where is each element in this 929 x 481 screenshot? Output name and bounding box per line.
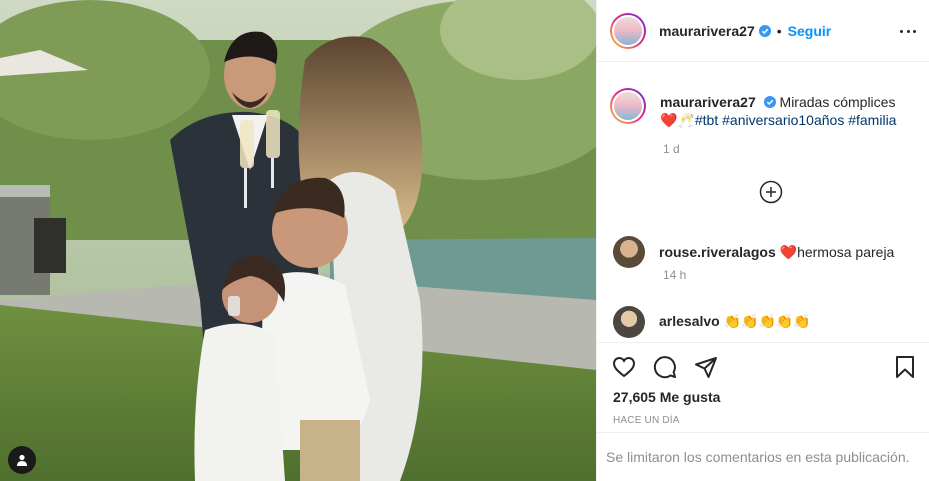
comment-text: 👏👏👏👏👏: [723, 313, 811, 329]
hashtag-familia[interactable]: #familia: [848, 112, 896, 128]
instagram-post-view: maurarivera27 • Seguir maurarivera27 Mir…: [0, 0, 929, 481]
caption-emoji: ❤️🥂: [660, 112, 695, 128]
comment-username[interactable]: rouse.riveralagos: [659, 244, 776, 260]
comment-emoji: ❤️: [779, 244, 798, 260]
comments-section: maurarivera27 Miradas cómplices ❤️🥂#tbt …: [597, 63, 929, 341]
photo-illustration: [0, 0, 596, 481]
header-separator: •: [776, 22, 782, 39]
hashtag-tbt[interactable]: #tbt: [695, 112, 718, 128]
comment-text: hermosa pareja: [797, 244, 895, 260]
verified-badge-icon: [758, 24, 771, 37]
bookmark-icon[interactable]: [893, 355, 917, 379]
post-side-panel: maurarivera27 • Seguir maurarivera27 Mir…: [596, 0, 929, 481]
more-dots-icon[interactable]: [900, 23, 916, 39]
comment-row: rouse.riveralagos ❤️hermosa pareja: [613, 236, 894, 268]
caption-avatar-image: [612, 90, 644, 122]
follow-button[interactable]: Seguir: [788, 23, 832, 39]
commenter-avatar[interactable]: [613, 236, 645, 268]
heart-icon[interactable]: [612, 355, 636, 379]
likes-count[interactable]: 27,605 Me gusta: [613, 389, 720, 405]
hashtag-aniversario[interactable]: #aniversario10años: [722, 112, 844, 128]
caption-text-block: maurarivera27 Miradas cómplices ❤️🥂#tbt …: [660, 93, 896, 129]
caption-text: Miradas cómplices: [779, 94, 896, 110]
user-tag-icon[interactable]: [8, 446, 36, 474]
comment-text-block: rouse.riveralagos ❤️hermosa pareja: [659, 243, 894, 268]
author-avatar-image: [612, 14, 644, 47]
author-username[interactable]: maurarivera27: [659, 23, 755, 39]
caption-avatar[interactable]: [610, 88, 646, 124]
caption-username[interactable]: maurarivera27: [660, 94, 756, 110]
comment-icon[interactable]: [653, 355, 677, 379]
caption-time[interactable]: 1 d: [663, 142, 680, 156]
comment-username[interactable]: arlesalvo: [659, 313, 720, 329]
plus-circle-icon[interactable]: [759, 180, 783, 204]
paper-plane-icon[interactable]: [694, 355, 718, 379]
posted-ago[interactable]: HACE UN DÍA: [613, 415, 680, 426]
caption-verified-badge-icon: [763, 96, 776, 108]
commenter-avatar[interactable]: [613, 306, 645, 338]
comments-limited-notice: Se limitaron los comentarios en esta pub…: [597, 432, 929, 481]
post-photo[interactable]: [0, 0, 596, 481]
comment-time[interactable]: 14 h: [663, 268, 686, 282]
author-avatar[interactable]: [610, 12, 646, 49]
post-header: maurarivera27 • Seguir: [597, 0, 929, 62]
comment-text-block: arlesalvo 👏👏👏👏👏: [659, 312, 811, 338]
caption-row: maurarivera27 Miradas cómplices ❤️🥂#tbt …: [610, 88, 896, 129]
person-icon: [17, 454, 27, 466]
post-actions: 27,605 Me gusta HACE UN DÍA: [597, 342, 929, 432]
comment-row: arlesalvo 👏👏👏👏👏: [613, 306, 811, 338]
